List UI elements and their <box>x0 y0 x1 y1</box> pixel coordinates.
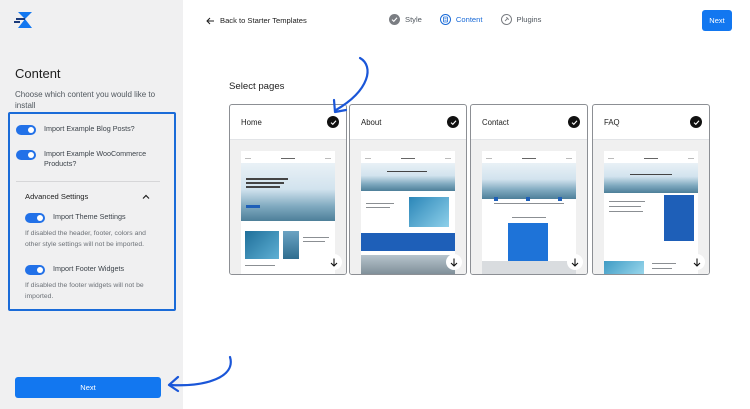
page-card-home[interactable]: Home <box>229 104 347 275</box>
check-icon[interactable] <box>690 116 702 128</box>
card-header: FAQ <box>593 105 709 140</box>
check-icon[interactable] <box>568 116 580 128</box>
arrow-left-icon <box>206 17 214 24</box>
card-title: About <box>361 117 382 127</box>
page-card-about[interactable]: About <box>349 104 467 275</box>
back-to-starter-templates-link[interactable]: Back to Starter Templates <box>206 16 307 25</box>
back-label: Back to Starter Templates <box>220 16 307 25</box>
arrow-down-icon[interactable] <box>446 254 462 270</box>
card-title: FAQ <box>604 117 620 127</box>
card-preview <box>230 140 346 274</box>
page-preview-image <box>241 151 335 274</box>
arrow-down-icon[interactable] <box>689 254 705 270</box>
step-label: Content <box>455 15 483 24</box>
plugin-icon <box>500 14 512 25</box>
card-title: Contact <box>482 117 509 127</box>
card-header: About <box>350 105 466 140</box>
card-preview <box>471 140 587 274</box>
step-content[interactable]: Content <box>439 14 483 25</box>
select-pages-title: Select pages <box>229 81 285 92</box>
page-card-contact[interactable]: Contact <box>470 104 588 275</box>
wizard-steps: Style Content Plugins <box>389 14 559 25</box>
step-label: Style <box>405 15 422 24</box>
sidebar: Content Choose which content you would l… <box>0 0 183 409</box>
step-label: Plugins <box>516 15 542 24</box>
options-highlight-box <box>8 112 176 311</box>
page-preview-image <box>361 151 455 274</box>
card-header: Home <box>230 105 346 140</box>
starter-templates-logo-icon <box>14 10 36 30</box>
card-preview <box>350 140 466 274</box>
check-icon[interactable] <box>447 116 459 128</box>
page-card-faq[interactable]: FAQ <box>592 104 710 275</box>
step-plugins[interactable]: Plugins <box>500 14 542 25</box>
page-preview-image <box>604 151 698 274</box>
arrow-down-icon[interactable] <box>567 254 583 270</box>
card-title: Home <box>241 117 262 127</box>
page-title: Content <box>15 66 61 81</box>
next-button-top[interactable]: Next <box>702 10 732 31</box>
content-description: Choose which content you would like to i… <box>15 90 156 110</box>
arrow-down-icon[interactable] <box>326 254 342 270</box>
check-icon[interactable] <box>327 116 339 128</box>
card-header: Contact <box>471 105 587 140</box>
next-button[interactable]: Next <box>15 377 161 398</box>
document-icon <box>439 14 451 25</box>
page-preview-image <box>482 151 576 274</box>
step-style[interactable]: Style <box>389 14 422 25</box>
check-circle-icon <box>389 14 400 25</box>
card-preview <box>593 140 709 274</box>
